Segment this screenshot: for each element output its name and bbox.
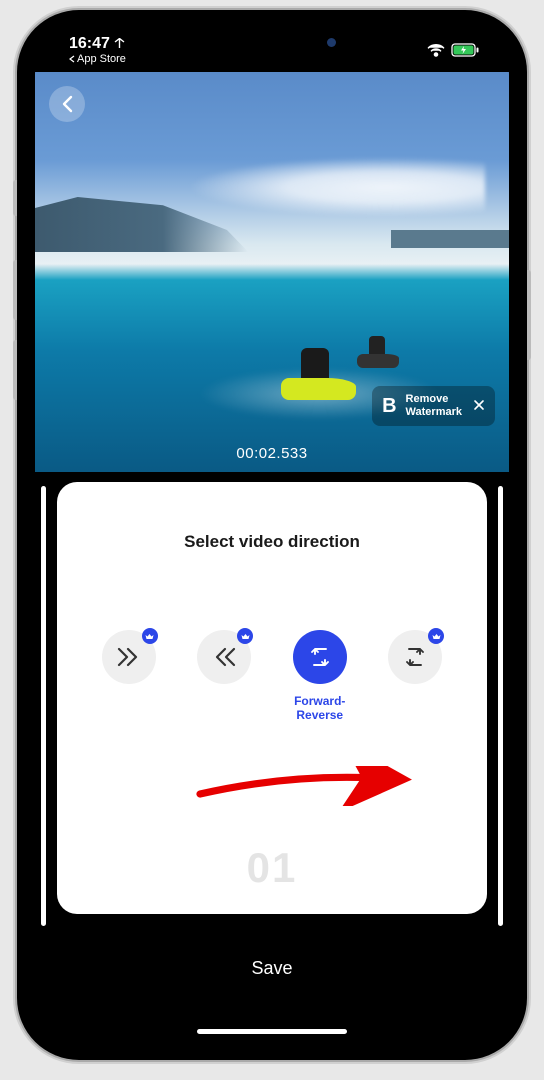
option-reverse[interactable] xyxy=(184,630,264,708)
phone-frame: 16:47 App Store xyxy=(17,10,527,1060)
wifi-icon xyxy=(427,44,445,57)
premium-badge-icon xyxy=(142,628,158,644)
watermark-label: RemoveWatermark xyxy=(406,393,462,419)
volume-up xyxy=(13,260,17,320)
controls-panel-wrap: Select video direction xyxy=(35,482,509,932)
save-button[interactable]: Save xyxy=(35,932,509,979)
reverse-forward-icon xyxy=(403,646,427,668)
panel-title: Select video direction xyxy=(77,532,467,552)
annotation-arrow-icon xyxy=(167,766,417,806)
status-back-label: App Store xyxy=(77,54,126,65)
forward-icon xyxy=(116,646,142,668)
panel-handle-left[interactable] xyxy=(41,486,46,926)
screen: 16:47 App Store xyxy=(35,28,509,1042)
panel-handle-right[interactable] xyxy=(498,486,503,926)
preview-clouds xyxy=(154,152,486,222)
preview-jetski xyxy=(281,355,366,400)
preview-mountain-2 xyxy=(391,230,510,248)
battery-charging-icon xyxy=(451,43,479,57)
brand-icon: B xyxy=(382,396,396,416)
option-forward-reverse[interactable]: Forward-Reverse xyxy=(280,630,360,708)
back-button[interactable] xyxy=(49,86,85,122)
status-time-text: 16:47 xyxy=(69,36,110,52)
status-back-to-app[interactable]: App Store xyxy=(69,54,126,65)
power-button xyxy=(527,270,531,360)
premium-badge-icon xyxy=(237,628,253,644)
volume-down xyxy=(13,340,17,400)
controls-panel: Select video direction xyxy=(57,482,487,914)
home-indicator[interactable] xyxy=(197,1029,347,1034)
close-icon[interactable] xyxy=(473,398,485,414)
status-time: 16:47 xyxy=(69,36,126,52)
reverse-icon xyxy=(211,646,237,668)
remove-watermark-button[interactable]: B RemoveWatermark xyxy=(372,386,495,426)
option-forward-reverse-label: Forward-Reverse xyxy=(280,694,360,708)
premium-badge-icon xyxy=(428,628,444,644)
chevron-left-icon xyxy=(62,95,73,113)
option-forward[interactable] xyxy=(89,630,169,708)
mute-switch xyxy=(13,180,17,216)
notch xyxy=(172,28,372,56)
option-reverse-forward[interactable] xyxy=(375,630,455,708)
page-indicator: 01 xyxy=(247,844,298,892)
forward-reverse-icon xyxy=(308,646,332,668)
video-timestamp: 00:02.533 xyxy=(236,445,307,462)
video-preview[interactable]: B RemoveWatermark 00:02.533 xyxy=(35,72,509,472)
direction-options: Forward-Reverse xyxy=(77,630,467,708)
